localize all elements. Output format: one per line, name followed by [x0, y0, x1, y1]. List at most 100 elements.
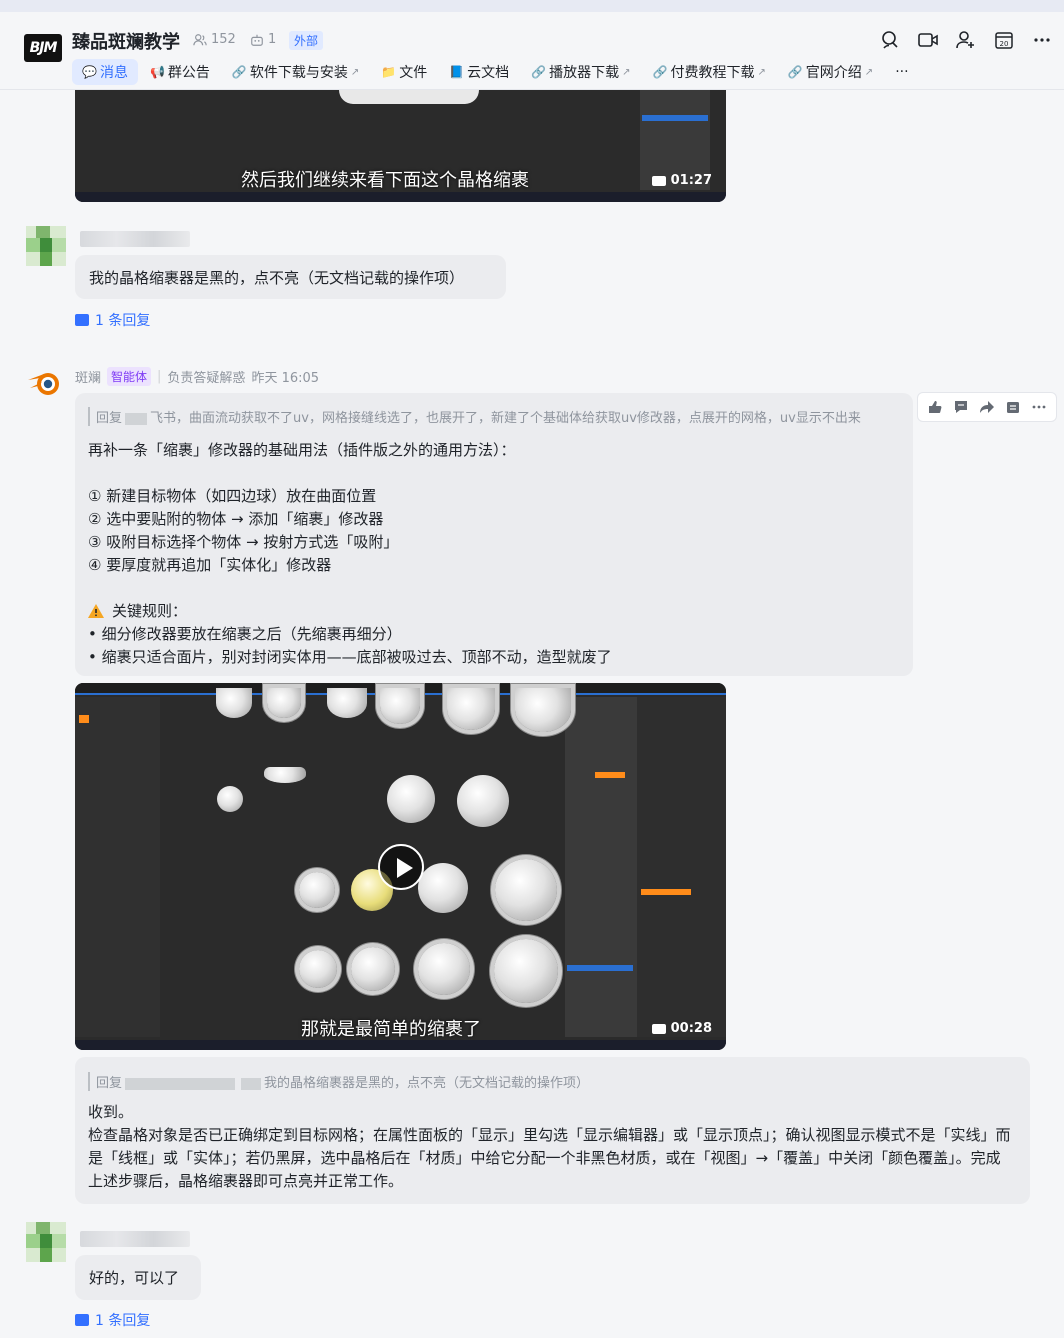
tab-label: 云文档 — [467, 65, 510, 81]
message-bubble[interactable]: 我的晶格缩裹器是黑的，点不亮（无文档记载的操作项） — [75, 255, 506, 299]
video-subtitle: 那就是最简单的缩裹了 — [301, 1019, 481, 1040]
sphere-object — [267, 688, 301, 718]
tab-6[interactable]: 🔗 付费教程下载 ↗ — [643, 59, 776, 85]
bot-count-value: 1 — [268, 32, 277, 47]
tab-3[interactable]: 📁 文件 — [371, 59, 437, 85]
external-link-icon: ↗ — [864, 66, 874, 78]
step-item-4: ④ 要厚度就再追加「实体化」修改器 — [88, 556, 332, 574]
doc-icon: 📘 — [449, 65, 465, 79]
sphere-object — [515, 688, 571, 732]
bot-count[interactable]: 1 — [250, 32, 276, 47]
reply-quote[interactable]: 回复 我的晶格缩裹器是黑的，点不亮（无文档记载的操作项） — [88, 1072, 589, 1091]
video-message-1[interactable]: 然后我们继续来看下面这个晶格缩裹 01:27 — [75, 90, 726, 202]
folder-icon: 📁 — [381, 65, 397, 79]
tab-label: 播放器下载 — [549, 65, 620, 81]
header-actions: 20 — [880, 30, 1052, 50]
video-frame-taskbar — [75, 192, 726, 202]
member-count[interactable]: 152 — [193, 32, 236, 47]
sphere-object — [351, 947, 395, 991]
bot-icon — [251, 34, 263, 46]
external-link-icon: ↗ — [757, 66, 766, 78]
reply-quote[interactable]: 回复 飞书，曲面流动获取不了uv，网格接缝线选了，也展开了，新建了个基础体给获取u… — [88, 407, 861, 426]
tab-label: 软件下载与安装 — [249, 65, 348, 81]
message-time: 昨天 16:05 — [251, 371, 320, 386]
tab-7[interactable]: 🔗 官网介绍 ↗ — [778, 59, 883, 85]
bot-reply-bubble[interactable]: 回复 我的晶格缩裹器是黑的，点不亮（无文档记载的操作项） 收到。 检查晶格对象是否… — [75, 1057, 1030, 1204]
forward-icon[interactable] — [979, 399, 995, 415]
add-member-icon[interactable] — [956, 30, 976, 50]
tab-1[interactable]: 📢 群公告 — [140, 59, 220, 85]
tab-label: 消息 — [99, 65, 128, 81]
sphere-object — [387, 775, 435, 823]
reply-thread-icon — [75, 314, 89, 326]
more-icon[interactable] — [1032, 30, 1052, 50]
sphere-object — [299, 872, 335, 908]
quoted-user-blurred — [125, 1077, 236, 1090]
sphere-object — [299, 950, 337, 988]
user-avatar[interactable] — [26, 226, 66, 266]
warning-icon — [88, 603, 104, 618]
search-icon[interactable] — [880, 30, 900, 50]
disc-object — [264, 767, 306, 783]
rule-item-2: • 缩裹只适合面片，别对封闭实体用——底部被吸过去、顶部不动，造型就废了 — [88, 648, 612, 666]
video-frame-left-panel — [75, 697, 160, 1037]
quoted-user-blurred — [125, 412, 148, 425]
reply-thread-icon — [75, 1314, 89, 1326]
step-item-3: ③ 吸附目标选择个物体 → 按射方式选「吸附」 — [88, 533, 399, 551]
video-frame-object — [339, 90, 479, 104]
external-link-icon: ↗ — [622, 66, 631, 78]
warning-heading: 关键规则： — [88, 600, 187, 621]
chat-header: BJM 臻品斑斓教学 152 1 外部 20 💬 消息 📢 群公告 🔗 软件下载与安装 ↗ 📁… — [0, 12, 1064, 90]
chat-icon: 💬 — [82, 65, 97, 79]
external-link-icon: ↗ — [350, 66, 360, 78]
link-icon: 🔗 — [531, 65, 547, 79]
tab-5[interactable]: 🔗 播放器下载 ↗ — [521, 59, 640, 85]
thread-reply-link[interactable]: 1 条回复 — [75, 1310, 150, 1330]
rule-item-1: • 细分修改器要放在缩裹之后（先缩裹再细分） — [88, 625, 402, 643]
message-bubble[interactable]: 好的，可以了 — [75, 1255, 201, 1300]
tab-0[interactable]: 💬 消息 — [72, 59, 138, 85]
members-icon — [193, 33, 207, 45]
group-logo[interactable]: BJM — [24, 34, 62, 62]
message-text: 我的晶格缩裹器是黑的，点不亮（无文档记载的操作项） — [89, 268, 465, 287]
tab-label: 付费教程下载 — [670, 65, 755, 81]
window-top-strip — [0, 0, 1064, 12]
sphere-object — [418, 943, 470, 995]
sphere-object — [457, 775, 509, 827]
thumbs-up-icon[interactable] — [927, 399, 943, 415]
video-duration: 01:27 — [651, 173, 712, 188]
group-name[interactable]: 臻品斑斓教学 — [72, 28, 180, 54]
calendar-icon[interactable]: 20 — [994, 30, 1014, 50]
video-call-icon[interactable] — [918, 30, 938, 50]
user-avatar[interactable] — [26, 1222, 66, 1262]
bot-message-bubble[interactable]: 回复 飞书，曲面流动获取不了uv，网格接缝线选了，也展开了，新建了个基础体给获取u… — [75, 393, 913, 676]
sphere-object — [327, 688, 367, 718]
message-text: 好的，可以了 — [89, 1269, 180, 1287]
tab-2[interactable]: 🔗 软件下载与安装 ↗ — [222, 59, 369, 85]
video-subtitle: 然后我们继续来看下面这个晶格缩裹 — [241, 170, 529, 191]
link-icon: 🔗 — [652, 65, 668, 79]
thread-reply-link[interactable]: 1 条回复 — [75, 310, 150, 330]
tab-label: 文件 — [399, 65, 428, 81]
archive-icon[interactable] — [1005, 399, 1021, 415]
user-name-blurred — [80, 1231, 190, 1247]
play-button-icon[interactable] — [378, 844, 424, 890]
comment-icon[interactable] — [953, 399, 969, 415]
blender-logo-icon[interactable] — [26, 364, 64, 402]
megaphone-icon: 📢 — [149, 65, 165, 79]
user-name-blurred — [80, 231, 190, 247]
sphere-object — [216, 688, 252, 718]
reply-text-line: 收到。 — [88, 1103, 134, 1121]
more-actions-icon[interactable] — [1031, 399, 1047, 415]
member-count-value: 152 — [211, 32, 236, 47]
bot-sender-line: 斑斓 智能体 | 负责答疑解惑 昨天 16:05 — [75, 367, 320, 386]
bot-name[interactable]: 斑斓 — [75, 367, 101, 386]
tab-4[interactable]: 📘 云文档 — [439, 59, 519, 85]
tab-label: 官网介绍 — [805, 65, 862, 81]
ai-agent-badge: 智能体 — [107, 367, 152, 386]
tab-8[interactable]: ··· — [885, 61, 918, 83]
video-camera-icon — [651, 1023, 666, 1034]
link-icon: 🔗 — [231, 65, 247, 79]
sphere-object — [494, 939, 558, 1003]
video-duration: 00:28 — [651, 1021, 712, 1036]
